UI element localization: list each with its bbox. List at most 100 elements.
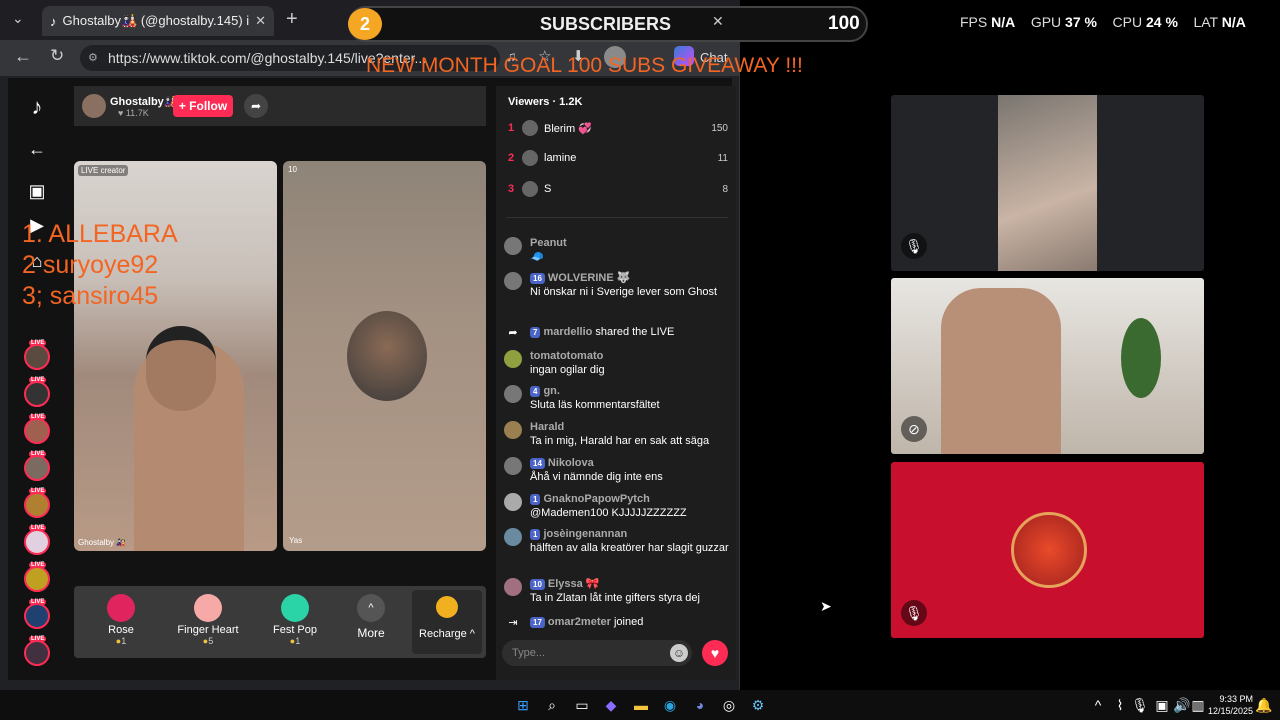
coin-icon xyxy=(436,596,458,618)
subs-count-badge: 2 xyxy=(348,8,382,40)
emoji-icon[interactable]: ☺ xyxy=(670,644,688,662)
back-icon[interactable]: ← xyxy=(14,46,32,67)
notification-icon[interactable]: 🔔 xyxy=(1254,695,1274,715)
subscriber-goal-bar: SUBSCRIBERS ✕ 100 xyxy=(348,6,868,42)
follow-button[interactable]: + Follow xyxy=(173,95,233,117)
avatar xyxy=(504,578,522,596)
edge-icon[interactable]: ◉ xyxy=(660,695,680,715)
avatar xyxy=(522,150,538,166)
avatar xyxy=(504,528,522,546)
host-name[interactable]: Ghostalby🎎 xyxy=(110,95,177,108)
site-info-icon[interactable]: ⚙ xyxy=(88,45,98,71)
task-view-icon[interactable]: ▭ xyxy=(572,695,592,715)
divider xyxy=(506,217,728,218)
clock[interactable]: 9:33 PM 12/15/2025 xyxy=(1205,693,1253,717)
subs-goal: 100 xyxy=(828,13,860,34)
live-avatar[interactable]: LIVE xyxy=(24,451,50,481)
chat-message: 10 Elyssa 🎀 Ta in Zlatan låt inte gifters … xyxy=(504,577,730,605)
new-tab-icon[interactable]: + xyxy=(286,8,298,31)
camera-off-icon[interactable]: ⊘ xyxy=(901,416,927,442)
tab-list-chevron-icon[interactable]: ⌄ xyxy=(12,10,24,27)
gift-cost: 5 xyxy=(208,636,214,646)
finger-heart-icon xyxy=(194,594,222,622)
copilot-taskbar-icon[interactable]: ◆ xyxy=(601,695,621,715)
gift-name: Fest Pop xyxy=(272,624,318,636)
gift-fest-pop[interactable]: Fest Pop ●1 xyxy=(260,594,330,646)
reload-icon[interactable]: ↻ xyxy=(50,46,64,66)
live-avatar[interactable]: LIVE xyxy=(24,562,50,592)
chevron-up-icon: ^ xyxy=(357,594,385,622)
chat-input[interactable]: Type... xyxy=(502,640,692,666)
obs-icon[interactable]: ◎ xyxy=(719,695,739,715)
viewers-title[interactable]: Viewers · 1.2K xyxy=(508,96,582,108)
like-heart-button[interactable]: ♥ xyxy=(702,640,728,666)
live-avatar[interactable]: LIVE xyxy=(24,488,50,518)
avatar xyxy=(504,493,522,511)
live-avatar[interactable]: LIVE xyxy=(24,377,50,407)
tiktok-logo-icon[interactable]: ♪ xyxy=(26,96,48,118)
tray-chevron-icon[interactable]: ^ xyxy=(1088,695,1108,715)
tiktok-icon: ♪ xyxy=(50,13,57,29)
mouse-cursor: ➤ xyxy=(820,598,832,614)
ranking-line: 3; sansiro45 xyxy=(22,282,159,310)
host-head xyxy=(146,326,216,411)
chat-message: 1 GnaknoPapowPytch @Mademen100 KJJJJJZZZZZ… xyxy=(504,492,730,520)
search-icon[interactable]: ⌕ xyxy=(542,695,562,715)
avatar xyxy=(504,457,522,475)
more-label: More xyxy=(357,626,385,640)
live-feed-icon[interactable]: ▣ xyxy=(26,180,48,202)
gift-cost: 1 xyxy=(295,636,301,646)
gift-cost: 1 xyxy=(121,636,127,646)
call-tile[interactable]: 🎙 xyxy=(891,95,1204,271)
more-gifts-button[interactable]: ^ More xyxy=(336,594,406,640)
viewer-row[interactable]: 1 Blerim 💞 150 xyxy=(508,120,728,136)
gift-finger-heart[interactable]: Finger Heart ●5 xyxy=(173,594,243,646)
windows-start-icon[interactable]: ⊞ xyxy=(513,695,533,715)
close-tab-icon[interactable]: ✕ xyxy=(255,13,266,29)
guest-caption: Yas xyxy=(289,536,303,545)
mic-icon[interactable]: 🎙 xyxy=(1130,695,1150,715)
live-avatar[interactable]: LIVE xyxy=(24,340,50,370)
performance-stats: FPS N/A GPU 37 % CPU 24 % LAT N/A xyxy=(960,14,1246,30)
discord-icon[interactable]: ◕ xyxy=(690,695,710,715)
ranking-line: 1. ALLEBARA xyxy=(22,220,178,248)
avatar xyxy=(504,272,522,290)
giveaway-banner: NEW MONTH GOAL 100 SUBS GIVEAWAY !!! xyxy=(366,54,803,77)
live-avatar[interactable]: LIVE xyxy=(24,525,50,555)
avatar xyxy=(504,385,522,403)
close-icon[interactable]: ✕ xyxy=(712,13,724,30)
viewer-row[interactable]: 2 lamine 11 xyxy=(508,150,728,166)
call-tile[interactable]: 🎙 xyxy=(891,462,1204,638)
avatar xyxy=(522,181,538,197)
chat-message: Peanut 🧢 xyxy=(504,236,730,264)
steam-icon[interactable]: ⚙ xyxy=(748,695,768,715)
avatar xyxy=(504,237,522,255)
live-avatar[interactable]: LIVE xyxy=(24,414,50,444)
live-creator-tag: LIVE creator xyxy=(78,165,129,176)
share-icon: ➦ xyxy=(508,327,518,339)
display-icon[interactable]: ▣ xyxy=(1152,695,1172,715)
live-avatar[interactable]: LIVE xyxy=(24,599,50,629)
host-avatar[interactable] xyxy=(82,94,106,118)
guest-bubble xyxy=(347,311,427,401)
call-tile[interactable]: ⊘ xyxy=(891,278,1204,454)
back-arrow-icon[interactable]: ← xyxy=(26,138,48,160)
file-explorer-icon[interactable]: ▬ xyxy=(631,695,651,715)
ranking-line: 2 suryoye92 xyxy=(22,251,159,279)
recharge-button[interactable]: Recharge ^ xyxy=(412,590,482,654)
browser-tab[interactable]: ♪ Ghostalby🎎 (@ghostalby.145) is l... ✕ xyxy=(42,6,274,36)
live-avatar[interactable]: LIVE xyxy=(24,636,50,666)
recharge-label: Recharge ^ xyxy=(419,628,475,640)
guest-video[interactable]: 10 Yas xyxy=(283,161,486,551)
network-icon[interactable]: ⌇ xyxy=(1110,695,1130,715)
gift-rose[interactable]: Rose ●1 xyxy=(86,594,156,646)
host-caption: Ghostalby 🎎 xyxy=(78,538,127,547)
viewer-row[interactable]: 3S8 xyxy=(508,181,728,197)
chat-message: Harald Ta in mig, Harald har en sak att s… xyxy=(504,420,730,448)
chat-message: ⇥ 17 omar2meter joined xyxy=(504,615,730,634)
mic-off-icon[interactable]: 🎙 xyxy=(901,233,927,259)
plant xyxy=(1121,318,1161,398)
participant-avatar xyxy=(1011,512,1087,588)
share-icon[interactable]: ➦ xyxy=(244,94,268,118)
mic-off-icon[interactable]: 🎙 xyxy=(901,600,927,626)
